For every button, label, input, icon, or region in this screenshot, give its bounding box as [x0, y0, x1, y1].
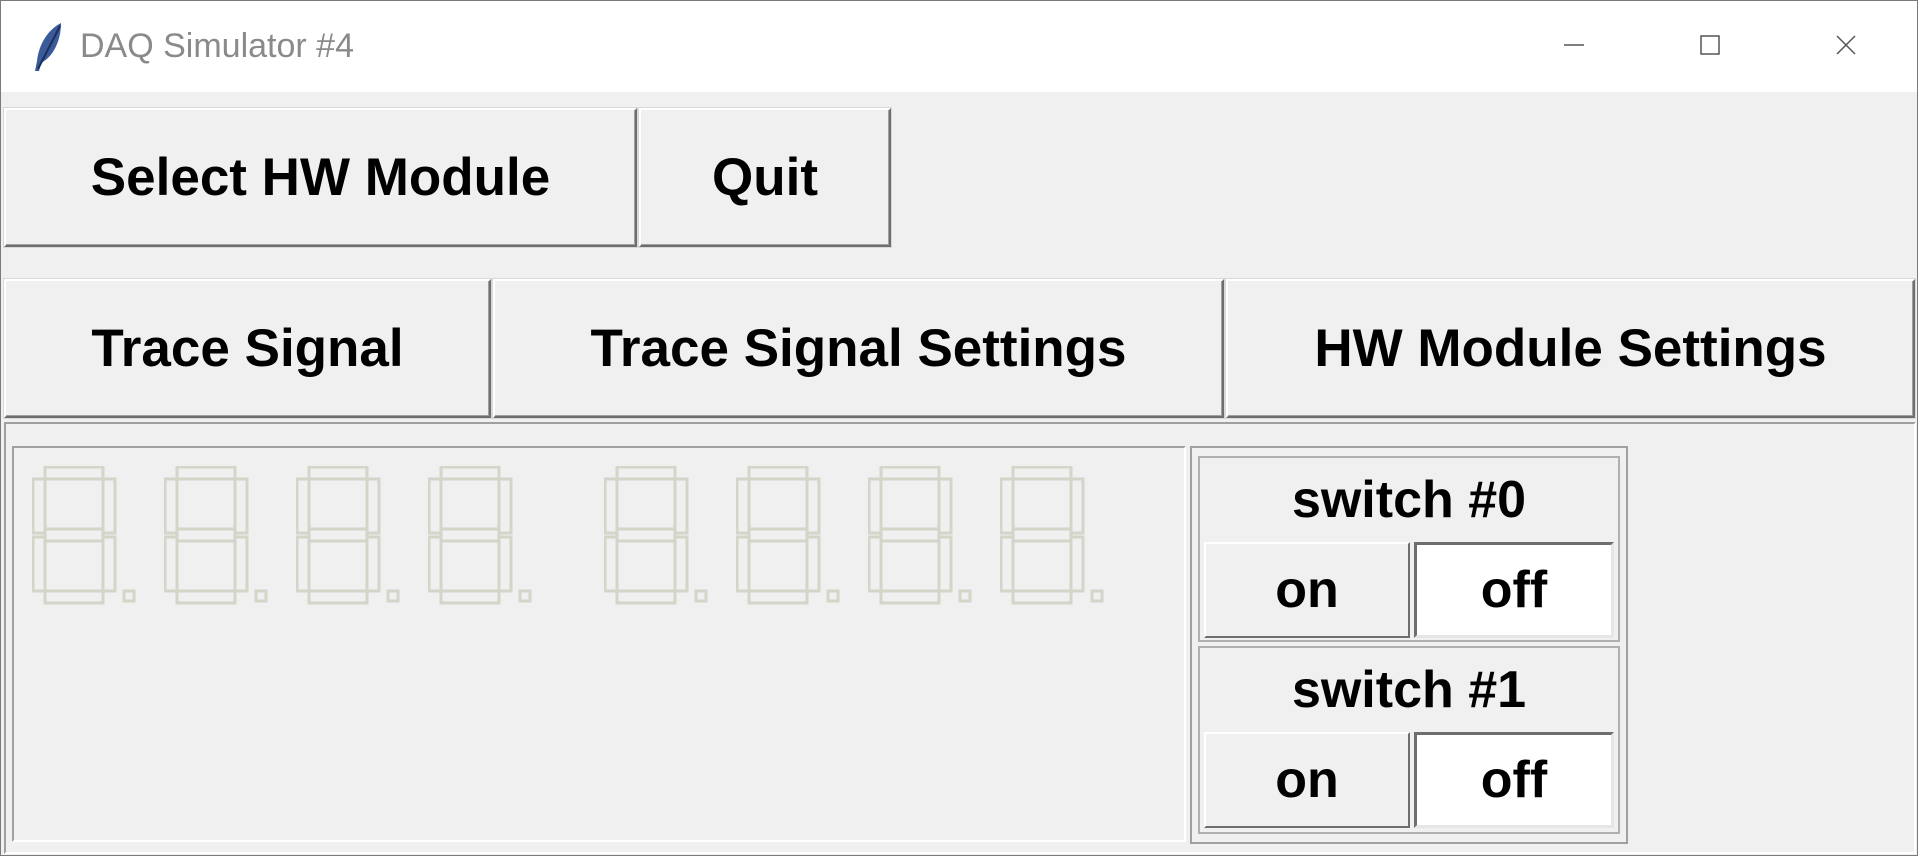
segment-f: [736, 477, 751, 535]
segment-a: [307, 466, 369, 481]
segment-dp: [122, 589, 136, 603]
segment-g: [615, 527, 677, 543]
segment-a: [1011, 466, 1073, 481]
title-bar: DAQ Simulator #4: [1, 1, 1917, 92]
segment-d: [747, 589, 809, 605]
segment-e: [164, 535, 179, 593]
segment-f: [604, 477, 619, 535]
segment-dp: [518, 589, 532, 603]
segment-e: [736, 535, 751, 593]
segment-c: [1069, 535, 1085, 593]
segment-b: [497, 477, 513, 535]
segment-d: [879, 589, 941, 605]
digit-0: [32, 466, 136, 605]
segment-c: [497, 535, 513, 593]
segment-e: [296, 535, 311, 593]
segment-g: [1011, 527, 1073, 543]
segment-e: [428, 535, 443, 593]
segment-g: [747, 527, 809, 543]
segment-b: [805, 477, 821, 535]
digit-5: [736, 466, 840, 605]
digit-7: [1000, 466, 1104, 605]
switch-0-group: switch #0 on off: [1198, 456, 1620, 642]
switch-1-label: switch #1: [1291, 661, 1527, 719]
segment-f: [296, 477, 311, 535]
digit-6: [868, 466, 972, 605]
digit-1: [164, 466, 268, 605]
segment-e: [868, 535, 883, 593]
segment-g: [439, 527, 501, 543]
segment-f: [1000, 477, 1015, 535]
segment-b: [1069, 477, 1085, 535]
segment-b: [365, 477, 381, 535]
segment-dp: [386, 589, 400, 603]
segment-g: [43, 527, 105, 543]
close-button[interactable]: [1801, 15, 1891, 75]
segment-b: [101, 477, 117, 535]
switch-1-on-button[interactable]: on: [1204, 732, 1410, 828]
segment-f: [164, 477, 179, 535]
segment-a: [175, 466, 237, 481]
seven-segment-display: [12, 446, 1186, 842]
switch-1-off-button[interactable]: off: [1414, 732, 1614, 828]
switch-0-off-button[interactable]: off: [1414, 542, 1614, 638]
segment-dp: [694, 589, 708, 603]
app-window: DAQ Simulator #4 Select HW Module Quit T…: [0, 0, 1918, 856]
segment-g: [879, 527, 941, 543]
segment-c: [233, 535, 249, 593]
segment-a: [439, 466, 501, 481]
segment-a: [879, 466, 941, 481]
segment-e: [604, 535, 619, 593]
segment-e: [32, 535, 47, 593]
segment-dp: [826, 589, 840, 603]
hw-module-settings-button[interactable]: HW Module Settings: [1226, 279, 1915, 418]
segment-dp: [254, 589, 268, 603]
segment-a: [43, 466, 105, 481]
segment-f: [868, 477, 883, 535]
segment-dp: [1090, 589, 1104, 603]
segment-c: [937, 535, 953, 593]
segment-b: [233, 477, 249, 535]
segment-f: [428, 477, 443, 535]
segment-b: [937, 477, 953, 535]
segment-d: [175, 589, 237, 605]
minimize-icon: [1564, 44, 1584, 46]
segment-f: [32, 477, 47, 535]
segment-b: [673, 477, 689, 535]
switch-panel: switch #0 on off switch #1 on off: [1190, 446, 1628, 844]
segment-a: [615, 466, 677, 481]
switch-1-group: switch #1 on off: [1198, 646, 1620, 834]
switch-0-label: switch #0: [1291, 471, 1527, 529]
digit-2: [296, 466, 400, 605]
minimize-button[interactable]: [1529, 15, 1619, 75]
digit-4: [604, 466, 708, 605]
segment-c: [101, 535, 117, 593]
segment-c: [673, 535, 689, 593]
quit-button[interactable]: Quit: [639, 108, 891, 247]
trace-signal-settings-button[interactable]: Trace Signal Settings: [493, 279, 1224, 418]
digit-3: [428, 466, 532, 605]
window-title: DAQ Simulator #4: [80, 27, 354, 65]
segment-d: [615, 589, 677, 605]
segment-d: [43, 589, 105, 605]
segment-g: [307, 527, 369, 543]
maximize-button[interactable]: [1665, 15, 1755, 75]
close-icon: [1836, 35, 1856, 55]
trace-signal-button[interactable]: Trace Signal: [4, 279, 491, 418]
maximize-icon: [1700, 35, 1720, 55]
segment-e: [1000, 535, 1015, 593]
feather-icon: [35, 23, 61, 71]
segment-dp: [958, 589, 972, 603]
segment-c: [365, 535, 381, 593]
segment-d: [1011, 589, 1073, 605]
select-hw-module-button[interactable]: Select HW Module: [4, 108, 637, 247]
segment-c: [805, 535, 821, 593]
segment-d: [439, 589, 501, 605]
switch-0-on-button[interactable]: on: [1204, 542, 1410, 638]
segment-a: [747, 466, 809, 481]
segment-d: [307, 589, 369, 605]
segment-g: [175, 527, 237, 543]
